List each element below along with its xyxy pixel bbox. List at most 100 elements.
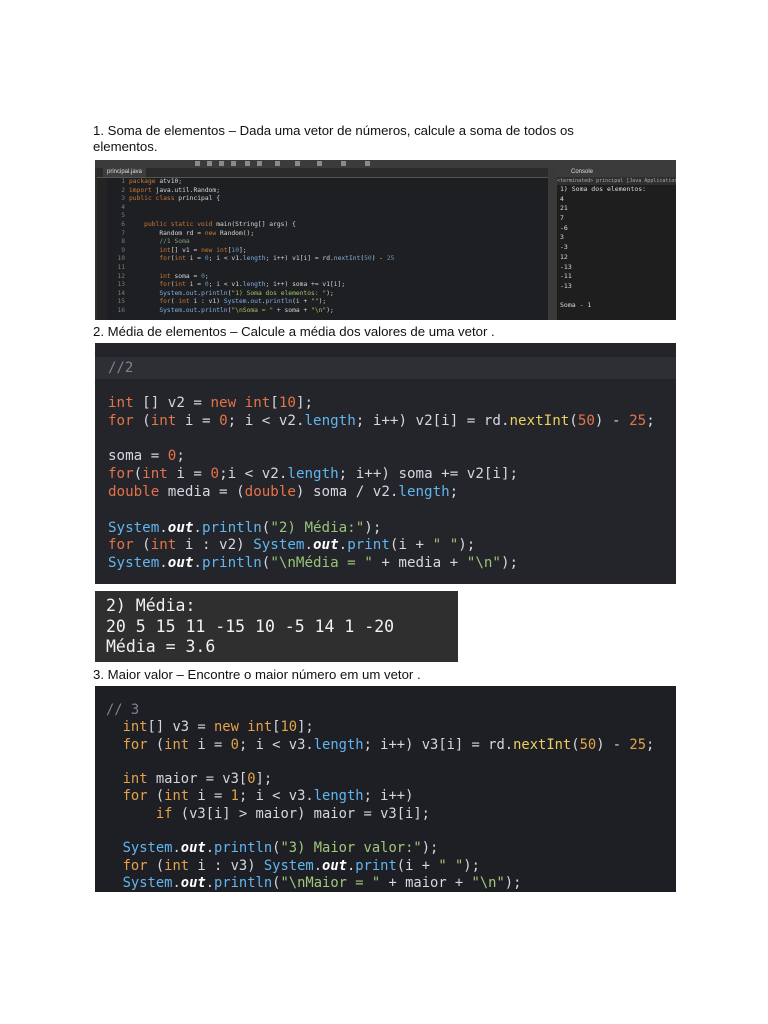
console-line: -6 bbox=[560, 223, 568, 232]
console-line: Soma - 1 bbox=[560, 301, 592, 310]
editor-tab[interactable]: principal.java bbox=[103, 168, 147, 177]
section-3-heading: 3. Maior valor – Encontre o maior número… bbox=[93, 667, 653, 683]
section-2-heading: 2. Média de elementos – Calcule a média … bbox=[93, 324, 653, 340]
section-1-title: 1. Soma de elementos – Dada uma vetor de… bbox=[93, 123, 574, 138]
editor-tab-bar: principal.java bbox=[97, 168, 548, 178]
editor-line: 1 package atv10; bbox=[107, 178, 548, 187]
console-line: -11 bbox=[560, 272, 572, 281]
code-text: public class principal { bbox=[129, 195, 221, 203]
code-text: //1 Soma bbox=[159, 238, 190, 246]
console-line: 21 bbox=[560, 204, 568, 213]
code-line: System.out.println("3) Maior valor:"); bbox=[122, 840, 439, 857]
ide-toolbar bbox=[95, 160, 676, 168]
editor-tab-label: principal.java bbox=[107, 169, 143, 175]
section-1-heading: 1. Soma de elementos – Dada uma vetor de… bbox=[93, 123, 653, 155]
code-line: for (int i = 0; i < v2.length; i++) v2[i… bbox=[108, 412, 655, 429]
console-line: 3 bbox=[560, 233, 564, 242]
console-line: 4 bbox=[560, 194, 564, 203]
console-tab[interactable]: Console bbox=[557, 168, 676, 177]
line-number: 13 bbox=[117, 281, 125, 289]
editor-line: 8 //1 Soma bbox=[107, 238, 548, 247]
code-text: public static void main(String[] args) { bbox=[144, 220, 296, 228]
code-editor: 1 package atv10; 2 import java.util.Random;… bbox=[97, 178, 548, 320]
code-text: int[] v1 = new int[10]; bbox=[159, 246, 247, 254]
line-number: 6 bbox=[121, 220, 125, 228]
editor-line: 3 public class principal { bbox=[107, 195, 548, 204]
line-number: 12 bbox=[117, 272, 125, 280]
line-number: 4 bbox=[121, 203, 125, 211]
line-number: 3 bbox=[121, 195, 125, 203]
line-number: 7 bbox=[121, 229, 125, 237]
code-text: package atv10; bbox=[129, 178, 183, 185]
code-3-lines: // 3 int[] v3 = new int[10]; for (int i … bbox=[106, 702, 654, 892]
editor-line: 13 for(int i = 0; i < v1.length; i++) so… bbox=[107, 281, 548, 290]
output-line: 2) Média: bbox=[106, 596, 196, 615]
console-line: 7 bbox=[560, 214, 564, 223]
code-2-comment-bar: //2 bbox=[95, 357, 676, 379]
line-number: 8 bbox=[121, 238, 125, 246]
output-line: 20 5 15 11 -15 10 -5 14 1 -20 bbox=[106, 617, 395, 636]
line-number: 11 bbox=[117, 263, 125, 271]
output-block-2: 2) Média: 20 5 15 11 -15 10 -5 14 1 -20 … bbox=[95, 591, 458, 662]
editor-line: 12 int soma = 0; bbox=[107, 273, 548, 282]
code-text: int soma = 0; bbox=[159, 272, 209, 280]
code-line: System.out.println("2) Média:"); bbox=[108, 519, 382, 536]
editor-line: 7 Random rd = new Random(); bbox=[107, 230, 548, 239]
code-line: for (int i : v2) System.out.print(i + " … bbox=[108, 537, 476, 554]
code-block-2: //2 int [] v2 = new int[10]; for (int i =… bbox=[95, 343, 676, 584]
editor-lines: 1 package atv10; 2 import java.util.Random;… bbox=[107, 178, 548, 316]
editor-line: 2 import java.util.Random; bbox=[107, 187, 548, 196]
code-2-comment: //2 bbox=[108, 360, 134, 376]
console-panel: Console <terminated> principal [Java App… bbox=[557, 168, 676, 320]
section-1-title-cont: elementos. bbox=[93, 139, 158, 154]
line-number: 16 bbox=[117, 306, 125, 314]
console-line: 12 bbox=[560, 252, 568, 261]
code-text: for( int i : v1) System.out.println(i + … bbox=[159, 298, 327, 306]
section-2-title: 2. Média de elementos – Calcule a média … bbox=[93, 324, 495, 339]
console-output: 1) Soma dos elementos: 4 21 7 -6 3 -3 12 -13 -11-… bbox=[557, 185, 676, 320]
editor-line: 10 for(int i = 0; i < v1.length; i++) v1… bbox=[107, 255, 548, 264]
line-number: 10 bbox=[117, 255, 125, 263]
code-2-lines: int [] v2 = new int[10]; for (int i = 0; … bbox=[108, 395, 655, 573]
editor-line: 16 System.out.println("\nSoma = " + soma… bbox=[107, 307, 548, 316]
code-text: for(int i = 0; i < v1.length; i++) v1[i]… bbox=[159, 255, 395, 263]
line-number: 9 bbox=[121, 246, 125, 254]
console-line: -13 bbox=[560, 281, 572, 290]
console-path: <terminated> principal [Java Application… bbox=[557, 177, 676, 185]
code-line: int[] v3 = new int[10]; bbox=[122, 719, 314, 736]
code-line: System.out.println("\nMaior = " + maior … bbox=[122, 874, 522, 891]
code-line: for (int i = 1; i < v3.length; i++) bbox=[122, 788, 414, 805]
code-text: System.out.println("\nSoma = " + soma + … bbox=[159, 306, 334, 314]
code-text: System.out.println("1) Soma dos elemento… bbox=[159, 289, 334, 297]
code-line: // 3 bbox=[106, 702, 140, 718]
console-tab-label: Console bbox=[571, 169, 594, 175]
code-block-3: // 3 int[] v3 = new int[10]; for (int i … bbox=[95, 686, 676, 892]
section-3-title: 3. Maior valor – Encontre o maior número… bbox=[93, 667, 421, 682]
editor-line: 9 int[] v1 = new int[10]; bbox=[107, 247, 548, 256]
code-line: for(int i = 0;i < v2.length; i++) soma +… bbox=[108, 466, 519, 483]
editor-scrollbar[interactable] bbox=[548, 168, 557, 320]
line-number: 15 bbox=[117, 298, 125, 306]
code-line: int [] v2 = new int[10]; bbox=[108, 395, 314, 411]
line-number: 1 bbox=[121, 178, 125, 185]
editor-line: 15 for( int i : v1) System.out.println(i… bbox=[107, 298, 548, 307]
console-line: -3 bbox=[560, 243, 568, 252]
code-line: System.out.println("\nMédia = " + media … bbox=[108, 555, 519, 572]
line-number: 14 bbox=[117, 289, 125, 297]
code-text: for(int i = 0; i < v1.length; i++) soma … bbox=[159, 281, 346, 289]
code-line: int maior = v3[0]; bbox=[122, 771, 273, 788]
code-line: for (int i = 0; i < v3.length; i++) v3[i… bbox=[122, 736, 655, 753]
code-line: double media = (double) soma / v2.length… bbox=[108, 483, 459, 500]
code-line: if (v3[i] > maior) maior = v3[i]; bbox=[155, 805, 430, 822]
code-line: for (int i : v3) System.out.print(i + " … bbox=[122, 857, 480, 874]
editor-line: 6 public static void main(String[] args)… bbox=[107, 221, 548, 230]
editor-line: 4 bbox=[107, 204, 548, 213]
editor-line: 14 System.out.println("1) Soma dos eleme… bbox=[107, 290, 548, 299]
code-text: Random rd = new Random(); bbox=[129, 229, 255, 237]
console-line: 1) Soma dos elementos: bbox=[560, 185, 647, 193]
output-line: Média = 3.6 bbox=[106, 637, 216, 656]
